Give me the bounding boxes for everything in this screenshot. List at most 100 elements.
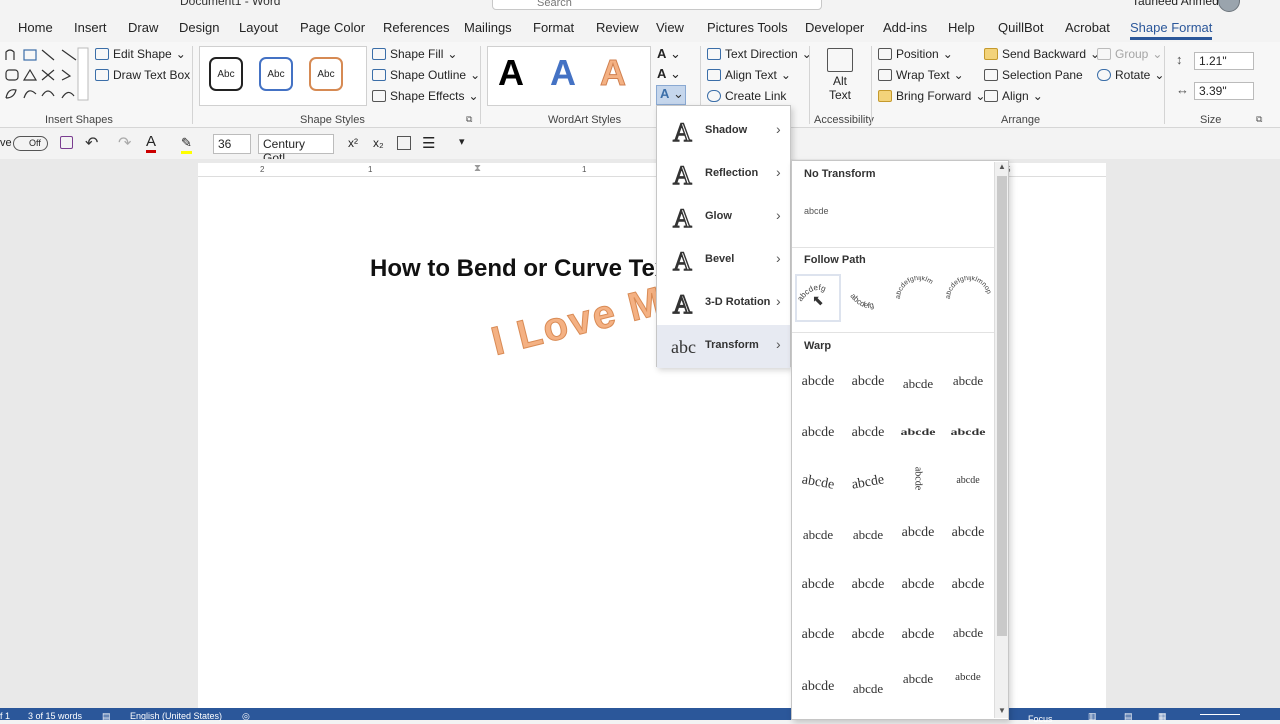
- warp-option[interactable]: abcde: [845, 425, 891, 441]
- avatar[interactable]: [1218, 0, 1240, 12]
- warp-option[interactable]: abcde: [795, 627, 841, 643]
- tab-page-color[interactable]: Page Color: [300, 20, 365, 35]
- font-size-select[interactable]: 36: [213, 134, 251, 154]
- menu-item-shadow[interactable]: A Shadow ›: [657, 110, 790, 153]
- wrap-text-button[interactable]: Wrap Text ⌄: [878, 68, 964, 82]
- scrollbar-thumb[interactable]: [997, 176, 1007, 636]
- warp-option[interactable]: abcde: [945, 577, 991, 593]
- no-transform-option[interactable]: abcde: [804, 206, 829, 216]
- tab-view[interactable]: View: [656, 20, 684, 35]
- dialog-launcher-icon[interactable]: ⧉: [466, 114, 472, 125]
- user-name[interactable]: Tauheed Ahmed: [1132, 0, 1219, 8]
- warp-option[interactable]: abcde: [895, 671, 941, 687]
- wordart-text[interactable]: I Love M: [487, 278, 669, 365]
- shape-style-orange[interactable]: Abc: [309, 57, 343, 91]
- shape-outline-button[interactable]: Shape Outline ⌄: [372, 68, 480, 82]
- wordart-style-black[interactable]: A: [498, 52, 524, 94]
- autosave-toggle[interactable]: Off: [13, 136, 48, 151]
- tab-add-ins[interactable]: Add-ins: [883, 20, 927, 35]
- warp-option[interactable]: abcde: [794, 471, 842, 495]
- tab-design[interactable]: Design: [179, 20, 219, 35]
- warp-option[interactable]: abcde: [913, 456, 924, 502]
- text-effects-button[interactable]: A ⌄: [656, 85, 686, 105]
- text-fill-button[interactable]: A ⌄: [657, 46, 681, 62]
- selection-pane-button[interactable]: Selection Pane: [984, 68, 1083, 82]
- shape-width-input[interactable]: 3.39": [1194, 82, 1254, 100]
- tab-home[interactable]: Home: [18, 20, 53, 35]
- search-box[interactable]: Search: [492, 0, 822, 10]
- follow-path-button[interactable]: abcdefghijklmnop: [945, 275, 992, 322]
- warp-option[interactable]: abcde: [895, 525, 941, 541]
- save-icon[interactable]: [60, 136, 73, 149]
- accessibility-icon[interactable]: ◎: [242, 711, 250, 722]
- highlight-icon[interactable]: ✎: [181, 135, 192, 154]
- shape-height-input[interactable]: 1.21": [1194, 52, 1254, 70]
- font-name-select[interactable]: Century Gotl: [258, 134, 334, 165]
- shape-fill-button[interactable]: Shape Fill ⌄: [372, 47, 457, 61]
- follow-path-circle[interactable]: abcdefghijklm: [895, 275, 942, 322]
- tab-references[interactable]: References: [383, 20, 449, 35]
- text-direction-button[interactable]: Text Direction ⌄: [707, 47, 812, 61]
- print-layout-icon[interactable]: ▤: [1124, 711, 1133, 722]
- align-text-button[interactable]: Align Text ⌄: [707, 68, 791, 82]
- text-outline-button[interactable]: A ⌄: [657, 66, 681, 82]
- tab-format[interactable]: Format: [533, 20, 574, 35]
- warp-option[interactable]: abcde: [945, 373, 991, 389]
- align-button[interactable]: Align ⌄: [984, 89, 1043, 103]
- font-color-icon[interactable]: A: [146, 133, 157, 153]
- warp-option[interactable]: abcde: [795, 577, 841, 593]
- edit-shape-button[interactable]: Edit Shape ⌄: [95, 47, 186, 61]
- tab-shape-format[interactable]: Shape Format: [1130, 20, 1213, 40]
- shape-style-blue[interactable]: Abc: [259, 57, 293, 91]
- bring-forward-button[interactable]: Bring Forward ⌄: [878, 89, 985, 103]
- warp-option[interactable]: abcde: [895, 376, 941, 392]
- wordart-style-orange[interactable]: A: [600, 52, 627, 94]
- read-mode-icon[interactable]: ▥: [1088, 711, 1097, 722]
- menu-item-3d-rotation[interactable]: A 3-D Rotation ›: [657, 282, 790, 325]
- document-heading[interactable]: How to Bend or Curve Tex: [370, 255, 668, 283]
- create-link-button[interactable]: Create Link: [707, 89, 786, 103]
- warp-option[interactable]: abcde: [845, 527, 891, 543]
- alt-text-button[interactable]: Alt Text: [822, 46, 858, 110]
- scroll-up-icon[interactable]: ▲: [998, 162, 1006, 171]
- tab-mailings[interactable]: Mailings: [464, 20, 512, 35]
- tab-acrobat[interactable]: Acrobat: [1065, 20, 1110, 35]
- size-dialog-launcher-icon[interactable]: ⧉: [1256, 114, 1262, 125]
- edit-icon[interactable]: [397, 136, 411, 150]
- warp-option[interactable]: abcde: [845, 681, 891, 697]
- warp-option[interactable]: abcde: [844, 471, 892, 495]
- superscript-icon[interactable]: x²: [348, 136, 358, 150]
- customize-qat-icon[interactable]: ▾: [459, 135, 465, 148]
- draw-text-box-button[interactable]: Draw Text Box: [95, 68, 190, 82]
- tab-help[interactable]: Help: [948, 20, 975, 35]
- warp-option[interactable]: abcde: [945, 671, 991, 683]
- tab-insert[interactable]: Insert: [74, 20, 107, 35]
- warp-option[interactable]: abcde: [795, 374, 841, 390]
- web-layout-icon[interactable]: ▦: [1158, 711, 1167, 722]
- proofing-icon[interactable]: ▤: [102, 711, 111, 722]
- subscript-icon[interactable]: x₂: [373, 136, 384, 150]
- tab-developer[interactable]: Developer: [805, 20, 864, 35]
- group-button[interactable]: Group ⌄: [1097, 47, 1162, 61]
- indent-marker-icon[interactable]: ⧗: [474, 163, 481, 174]
- menu-item-glow[interactable]: A Glow ›: [657, 196, 790, 239]
- shapes-gallery[interactable]: [2, 46, 90, 104]
- send-backward-button[interactable]: Send Backward ⌄: [984, 47, 1100, 61]
- submenu-scrollbar[interactable]: ▲ ▼: [994, 162, 1008, 718]
- tab-draw[interactable]: Draw: [128, 20, 158, 35]
- redo-icon[interactable]: ↷: [118, 133, 131, 153]
- warp-option[interactable]: abcde: [845, 577, 891, 593]
- zoom-slider[interactable]: [1200, 714, 1240, 715]
- tab-quillbot[interactable]: QuillBot: [998, 20, 1044, 35]
- warp-option[interactable]: abcde: [945, 475, 991, 486]
- menu-item-bevel[interactable]: A Bevel ›: [657, 239, 790, 282]
- warp-option[interactable]: abcde: [895, 577, 941, 593]
- rotate-button[interactable]: Rotate ⌄: [1097, 68, 1164, 82]
- warp-option[interactable]: abcde: [895, 627, 941, 643]
- warp-option[interactable]: abcde: [945, 525, 991, 541]
- wordart-style-blue[interactable]: A: [550, 52, 576, 94]
- warp-option[interactable]: abcde: [795, 425, 841, 441]
- tab-layout[interactable]: Layout: [239, 20, 278, 35]
- position-button[interactable]: Position ⌄: [878, 47, 953, 61]
- menu-item-reflection[interactable]: A Reflection ›: [657, 153, 790, 196]
